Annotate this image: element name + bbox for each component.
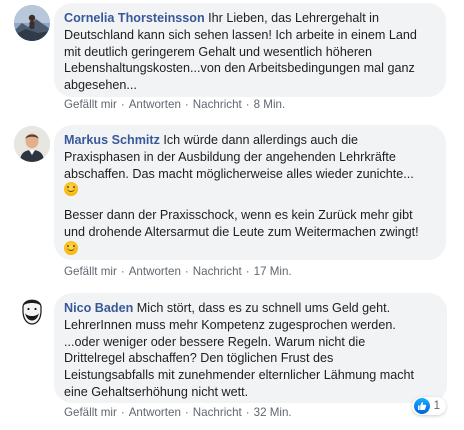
timestamp[interactable]: 32 Min.	[254, 406, 292, 419]
separator-dot: ·	[245, 98, 250, 111]
like-link[interactable]: Gefällt mir	[64, 406, 117, 419]
landscape-photo-avatar-icon	[14, 5, 50, 41]
separator-dot: ·	[120, 98, 125, 111]
separator-dot: ·	[245, 406, 250, 419]
comment-bubble: Markus Schmitz Ich würde dann allerdings…	[54, 125, 446, 260]
bearded-man-sketch-avatar-icon	[14, 293, 50, 329]
comment-text: ...oder weniger oder bessere Regeln. War…	[64, 334, 366, 349]
comment-first-line: Nico Baden Mich stört, dass es zu schnel…	[64, 300, 437, 317]
comment-first-line: Markus Schmitz Ich würde dann allerdings…	[64, 132, 436, 149]
emoji-line	[64, 240, 436, 258]
comment-actions: Gefällt mir · Antworten · Nachricht · 17 Min.	[64, 265, 292, 278]
comment-author[interactable]: Cornelia Thorsteinsson	[64, 11, 205, 25]
comment-actions: Gefällt mir · Antworten · Nachricht · 32 Min.	[64, 406, 292, 419]
separator-dot: ·	[184, 265, 189, 278]
comment-text: abschaffen. Das macht möglicherweise all…	[64, 166, 414, 181]
message-link[interactable]: Nachricht	[193, 98, 242, 111]
comment-text: abgesehen...	[64, 78, 137, 93]
like-link[interactable]: Gefällt mir	[64, 98, 117, 111]
reaction-count: 1	[433, 400, 440, 412]
separator-dot: ·	[184, 98, 189, 111]
man-portrait-avatar-icon	[14, 126, 50, 162]
separator-dot: ·	[120, 406, 125, 419]
comment-text: Lebenshaltungskosten...von den Arbeitsbe…	[64, 61, 415, 76]
reply-link[interactable]: Antworten	[129, 265, 181, 278]
emoji-line	[64, 182, 436, 199]
message-link[interactable]: Nachricht	[193, 406, 242, 419]
comment-text: Mich stört, dass es zu schnell ums Geld …	[133, 301, 391, 315]
comment-text: Deutschland kann sich sehen lassen! Ich …	[64, 27, 417, 42]
comment-text: Besser dann der Praxisschock, wenn es ke…	[64, 208, 413, 223]
comment-text: Praxisphasen in der Ausbildung der angeh…	[64, 149, 396, 164]
separator-dot: ·	[120, 265, 125, 278]
comment-text: und drohende Altersarmut die Leute zum W…	[64, 224, 419, 239]
separator-dot: ·	[245, 265, 250, 278]
reaction-count-badge[interactable]: 1	[411, 397, 446, 415]
comment-text: mit deutlich geringerem Gehalt und wesen…	[64, 44, 373, 59]
comment-bubble: Nico Baden Mich stört, dass es zu schnel…	[54, 293, 447, 403]
separator-dot: ·	[184, 406, 189, 419]
comment-author[interactable]: Markus Schmitz	[64, 133, 160, 147]
timestamp[interactable]: 17 Min.	[254, 265, 292, 278]
comment-text: eine Gehaltserhöhung nicht wett.	[64, 384, 249, 399]
reply-link[interactable]: Antworten	[129, 98, 181, 111]
comment-text: Ihr Lieben, das Lehrergehalt in	[204, 11, 379, 25]
timestamp[interactable]: 8 Min.	[254, 98, 286, 111]
comment-text: Ich würde dann allerdings auch die	[159, 133, 359, 147]
avatar-markus[interactable]	[14, 126, 50, 162]
comment-text: Leistungsabfalls mit zunehmender elternl…	[64, 368, 415, 383]
avatar-cornelia[interactable]	[14, 5, 50, 41]
smiling-face-emoji-icon	[64, 240, 78, 255]
comment-first-line: Cornelia Thorsteinsson Ihr Lieben, das L…	[64, 10, 436, 27]
comment-actions: Gefällt mir · Antworten · Nachricht · 8 Min.	[64, 98, 285, 111]
avatar-nico[interactable]	[14, 293, 50, 329]
comment-author[interactable]: Nico Baden	[64, 301, 133, 315]
comment-text: LehrerInnen muss mehr Kompetenz zugespro…	[64, 317, 396, 332]
comment-bubble: Cornelia Thorsteinsson Ihr Lieben, das L…	[54, 3, 446, 97]
comment-text: Drittelregel abschaffen? Den töglichen F…	[64, 351, 334, 366]
reply-link[interactable]: Antworten	[129, 406, 181, 419]
like-link[interactable]: Gefällt mir	[64, 265, 117, 278]
message-link[interactable]: Nachricht	[193, 265, 242, 278]
thumbs-up-icon	[413, 398, 430, 414]
smiling-face-emoji-icon	[64, 182, 78, 197]
